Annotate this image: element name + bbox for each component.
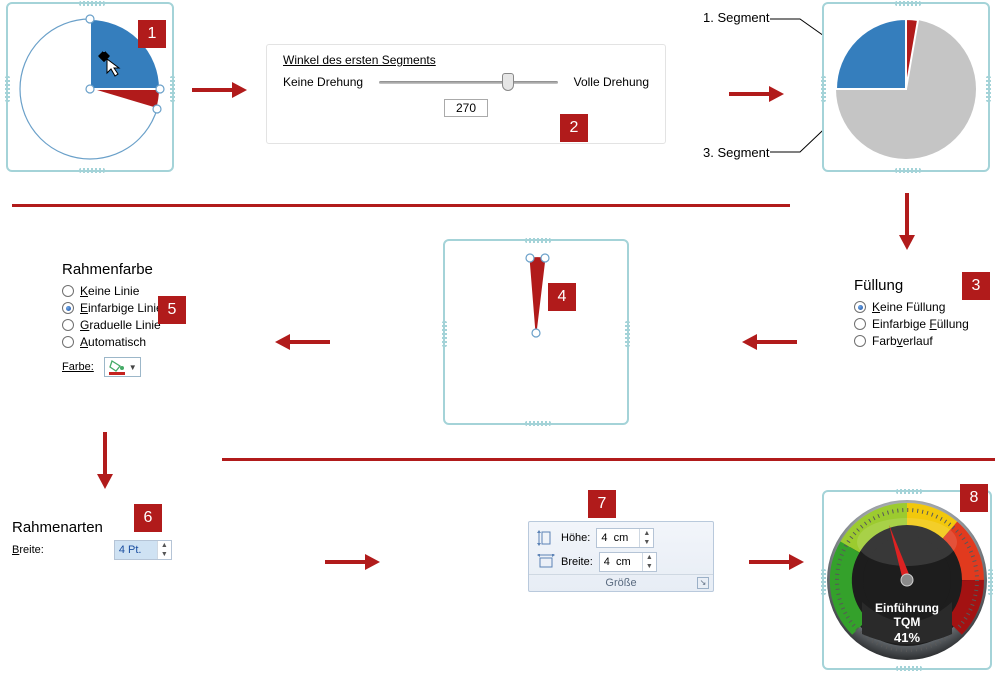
arrow-right-icon <box>192 80 247 100</box>
arrow-right-icon <box>729 84 784 104</box>
chevron-down-icon[interactable]: ▼ <box>158 550 171 559</box>
angle-value-input[interactable] <box>444 99 488 117</box>
gauge-percent: 41% <box>894 630 920 645</box>
radio-auto-line[interactable]: Automatisch <box>62 335 242 349</box>
radio-gradient-fill[interactable]: Farbverlauf <box>854 334 994 348</box>
step-marker-7: 7 <box>588 490 616 518</box>
angle-left-label: Keine Drehung <box>283 75 363 89</box>
paint-bucket-icon <box>108 359 126 375</box>
angle-title: Winkel des ersten Segments <box>283 53 649 67</box>
border-style-panel: Rahmenarten Breite: ▲▼ <box>12 519 222 560</box>
color-picker-button[interactable]: ▼ <box>104 357 141 377</box>
slider-thumb[interactable] <box>502 73 514 91</box>
arrow-down-icon <box>897 193 917 251</box>
radio-solid-fill[interactable]: Einfarbige Füllung <box>854 317 994 331</box>
chevron-up-icon[interactable]: ▲ <box>158 541 171 550</box>
height-label: Höhe: <box>561 532 590 544</box>
gauge-chart[interactable]: Einführung TQM 41% <box>822 490 992 670</box>
arrow-left-icon <box>742 332 797 352</box>
chevron-down-icon[interactable]: ▼ <box>640 538 653 547</box>
chevron-up-icon[interactable]: ▲ <box>643 553 656 562</box>
radio-no-fill[interactable]: Keine Füllung <box>854 300 994 314</box>
angle-panel: Winkel des ersten Segments Keine Drehung… <box>266 44 666 144</box>
pie-chart-rotated[interactable] <box>822 2 990 172</box>
height-icon <box>537 530 555 546</box>
needle-chart[interactable] <box>443 239 629 425</box>
angle-slider[interactable] <box>379 81 558 84</box>
border-color-title: Rahmenfarbe <box>62 261 242 278</box>
arrow-down-icon <box>95 432 115 490</box>
chevron-up-icon[interactable]: ▲ <box>640 529 653 538</box>
radio-no-line[interactable]: Keine Linie <box>62 284 242 298</box>
gauge-line2: TQM <box>894 615 921 629</box>
border-color-panel: Rahmenfarbe Keine Linie Einfarbige Linie… <box>62 261 242 377</box>
arrow-left-icon <box>275 332 330 352</box>
width-icon <box>537 554 555 570</box>
border-width-input[interactable]: ▲▼ <box>114 540 172 560</box>
border-style-title: Rahmenarten <box>12 519 222 536</box>
width-input[interactable]: ▲▼ <box>599 552 657 572</box>
gauge-line1: Einführung <box>875 601 939 615</box>
radio-solid-line[interactable]: Einfarbige Linie <box>62 301 242 315</box>
size-panel: Höhe: ▲▼ Breite: ▲▼ Größe ↘ <box>528 521 714 592</box>
width-label: Breite: <box>12 544 44 556</box>
step-marker-5: 5 <box>158 296 186 324</box>
color-label: Farbe: <box>62 361 94 373</box>
step-marker-6: 6 <box>134 504 162 532</box>
angle-right-label: Volle Drehung <box>574 75 649 89</box>
chevron-down-icon: ▼ <box>129 363 137 372</box>
segment-label-3: 3. Segment <box>703 145 770 160</box>
dialog-launcher-icon[interactable]: ↘ <box>697 577 709 589</box>
radio-gradient-line[interactable]: Graduelle Linie <box>62 318 242 332</box>
height-input[interactable]: ▲▼ <box>596 528 654 548</box>
step-marker-4: 4 <box>548 283 576 311</box>
step-marker-1: 1 <box>138 20 166 48</box>
arrow-right-icon <box>325 552 380 572</box>
segment-label-1: 1. Segment <box>703 10 770 25</box>
step-marker-3: 3 <box>962 272 990 300</box>
chevron-down-icon[interactable]: ▼ <box>643 562 656 571</box>
step-marker-2: 2 <box>560 114 588 142</box>
divider <box>12 204 790 207</box>
size-group-label: Größe <box>605 577 636 589</box>
divider <box>222 458 995 461</box>
arrow-right-icon <box>749 552 804 572</box>
width-label: Breite: <box>561 556 593 568</box>
step-marker-8: 8 <box>960 484 988 512</box>
